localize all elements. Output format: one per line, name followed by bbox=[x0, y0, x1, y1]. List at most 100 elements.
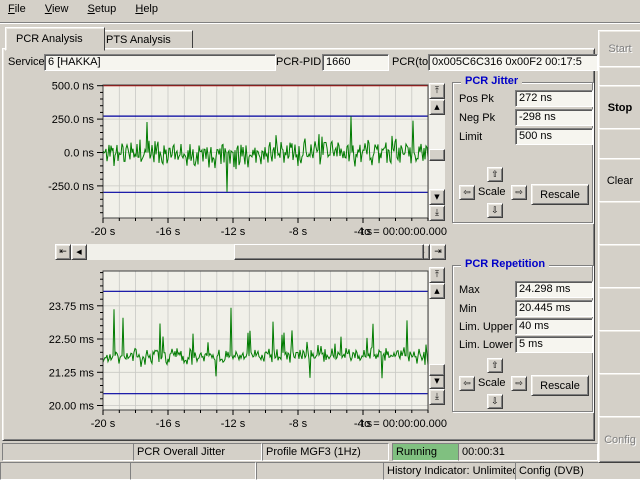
pos-pk-label: Pos Pk bbox=[459, 91, 494, 108]
svg-text:22.50 ms: 22.50 ms bbox=[49, 334, 95, 346]
status2-empty-2 bbox=[130, 462, 256, 480]
svg-text:21.25 ms: 21.25 ms bbox=[49, 367, 95, 379]
repetition-scroll-top-button[interactable]: ⤒ bbox=[429, 267, 445, 283]
pcr-repetition-panel: PCR Repetition Max 24.298 ms Min 20.445 … bbox=[452, 265, 593, 412]
spacer-button-7 bbox=[598, 373, 640, 418]
status-measurement: PCR Overall Jitter bbox=[133, 443, 262, 461]
scale-up-icon: ⇧ bbox=[491, 170, 499, 180]
tab-pcr-analysis[interactable]: PCR Analysis bbox=[5, 27, 105, 51]
jitter-scale-up-button[interactable]: ⇧ bbox=[487, 167, 503, 182]
jitter-scroll-top-button[interactable]: ⤒ bbox=[429, 83, 445, 99]
svg-text:-12 s: -12 s bbox=[221, 226, 246, 238]
svg-text:-250.0 ns: -250.0 ns bbox=[48, 181, 94, 193]
neg-pk-value: -298 ns bbox=[515, 109, 593, 126]
repetition-scale-right-button[interactable]: ⇨ bbox=[511, 376, 527, 391]
status-history-indicator: History Indicator: Unlimited bbox=[383, 462, 516, 480]
menu-bar: File View Setup Help bbox=[0, 0, 640, 21]
neg-pk-label: Neg Pk bbox=[459, 110, 495, 127]
repetition-vscroll-track[interactable] bbox=[429, 299, 445, 373]
svg-text:-12 s: -12 s bbox=[221, 418, 246, 430]
tab-pts-analysis[interactable]: PTS Analysis bbox=[95, 30, 193, 50]
time-scrollbar-track[interactable] bbox=[87, 244, 414, 260]
scroll-step-left-button[interactable]: ◀ bbox=[71, 244, 87, 260]
jitter-vscroll-track[interactable] bbox=[429, 115, 445, 189]
spacer-button-2 bbox=[598, 128, 640, 160]
scale-left-icon: ⇦ bbox=[463, 379, 471, 389]
pcr-pid-field[interactable]: 1660 bbox=[322, 54, 389, 71]
start-button-label: Start bbox=[608, 43, 631, 55]
jitter-scroll-down-button[interactable]: ▼ bbox=[429, 189, 445, 205]
spacer-button-5 bbox=[598, 287, 640, 332]
repetition-rescale-label: Rescale bbox=[540, 380, 580, 392]
scroll-bottom-icon: ⤓ bbox=[435, 208, 439, 218]
repetition-scale-down-button[interactable]: ⇩ bbox=[487, 394, 503, 409]
scroll-jump-left-button[interactable]: ⇤ bbox=[55, 244, 71, 260]
jitter-scale-right-button[interactable]: ⇨ bbox=[511, 185, 527, 200]
pcr-jitter-chart: 500.0 ns250.0 ns0.0 ns-250.0 ns-20 s-16 … bbox=[36, 80, 448, 244]
svg-text:500.0 ns: 500.0 ns bbox=[52, 81, 95, 93]
spacer-button-6 bbox=[598, 330, 640, 375]
repetition-scale-label: Scale bbox=[478, 377, 506, 389]
svg-text:20.00 ms: 20.00 ms bbox=[49, 401, 95, 413]
stop-button[interactable]: Stop bbox=[598, 85, 640, 130]
menu-file[interactable]: File bbox=[0, 0, 34, 18]
jitter-scale-left-button[interactable]: ⇦ bbox=[459, 185, 475, 200]
pcr-to-field[interactable]: 0x005C6C316 0x00F2 00:17:5 bbox=[428, 54, 598, 71]
scroll-jump-right-button[interactable]: ⇥ bbox=[430, 244, 446, 260]
scroll-top-icon: ⤒ bbox=[435, 86, 439, 96]
config-button[interactable]: Config bbox=[598, 416, 640, 463]
scale-left-icon: ⇦ bbox=[463, 188, 471, 198]
pcr-pid-label: PCR-PID bbox=[276, 56, 321, 68]
status-config-standard: Config (DVB) bbox=[515, 462, 640, 480]
scroll-bottom-icon: ⤓ bbox=[435, 392, 439, 402]
status2-empty-1 bbox=[0, 462, 133, 480]
config-button-label: Config bbox=[604, 434, 636, 446]
max-value: 24.298 ms bbox=[515, 281, 593, 298]
service-field[interactable]: 6 [HAKKA] bbox=[44, 54, 276, 71]
clear-button[interactable]: Clear bbox=[598, 158, 640, 203]
repetition-vscrollbar: ⤒ ▲ ▼ ⤓ bbox=[429, 267, 445, 405]
repetition-scale-up-button[interactable]: ⇧ bbox=[487, 358, 503, 373]
scale-down-icon: ⇩ bbox=[491, 397, 499, 407]
svg-text:0.0 ns: 0.0 ns bbox=[64, 148, 94, 160]
svg-text:-20 s: -20 s bbox=[91, 226, 116, 238]
tab-pcr-analysis-label: PCR Analysis bbox=[16, 33, 83, 45]
repetition-scale-left-button[interactable]: ⇦ bbox=[459, 376, 475, 391]
repetition-vscroll-thumb[interactable] bbox=[429, 364, 445, 376]
menu-view[interactable]: View bbox=[37, 0, 77, 18]
stop-button-label: Stop bbox=[608, 102, 632, 114]
svg-text:-16 s: -16 s bbox=[156, 418, 181, 430]
lim-upper-value: 40 ms bbox=[515, 318, 593, 335]
repetition-scroll-up-button[interactable]: ▲ bbox=[429, 283, 445, 299]
pcr-to-label: PCR(to) bbox=[392, 56, 432, 68]
tab-pts-analysis-label: PTS Analysis bbox=[106, 34, 171, 46]
start-button[interactable]: Start bbox=[598, 30, 640, 68]
x-axis-end-time-label: to = 00:00:00.000 bbox=[361, 226, 447, 238]
repetition-rescale-button[interactable]: Rescale bbox=[531, 375, 589, 396]
time-scrollbar-thumb[interactable] bbox=[234, 244, 424, 260]
scroll-down-icon: ▼ bbox=[434, 193, 439, 201]
spacer-button-4 bbox=[598, 244, 640, 289]
min-value: 20.445 ms bbox=[515, 300, 593, 317]
pos-pk-value: 272 ns bbox=[515, 90, 593, 107]
jitter-scale-down-button[interactable]: ⇩ bbox=[487, 203, 503, 218]
max-label: Max bbox=[459, 282, 480, 299]
status-elapsed-time: 00:00:31 bbox=[458, 443, 598, 461]
x-axis-end-time-label: to = 00:00:00.000 bbox=[361, 418, 447, 430]
pcr-repetition-chart: 23.75 ms22.50 ms21.25 ms20.00 ms-20 s-16… bbox=[36, 263, 448, 440]
jitter-vscroll-thumb[interactable] bbox=[429, 149, 445, 161]
jitter-scroll-up-button[interactable]: ▲ bbox=[429, 99, 445, 115]
scale-right-icon: ⇨ bbox=[515, 379, 523, 389]
menu-help[interactable]: Help bbox=[127, 0, 166, 18]
jitter-limit-value: 500 ns bbox=[515, 128, 593, 145]
menu-separator bbox=[0, 22, 640, 24]
jitter-scroll-bottom-button[interactable]: ⤓ bbox=[429, 205, 445, 221]
pcr-repetition-panel-title: PCR Repetition bbox=[461, 258, 549, 270]
jitter-rescale-button[interactable]: Rescale bbox=[531, 184, 589, 205]
repetition-scroll-bottom-button[interactable]: ⤓ bbox=[429, 389, 445, 405]
spacer-button-3 bbox=[598, 201, 640, 246]
scroll-down-icon: ▼ bbox=[434, 377, 439, 385]
status-empty-1 bbox=[2, 443, 136, 461]
menu-setup[interactable]: Setup bbox=[80, 0, 125, 18]
status-profile: Profile MGF3 (1Hz) bbox=[262, 443, 389, 461]
